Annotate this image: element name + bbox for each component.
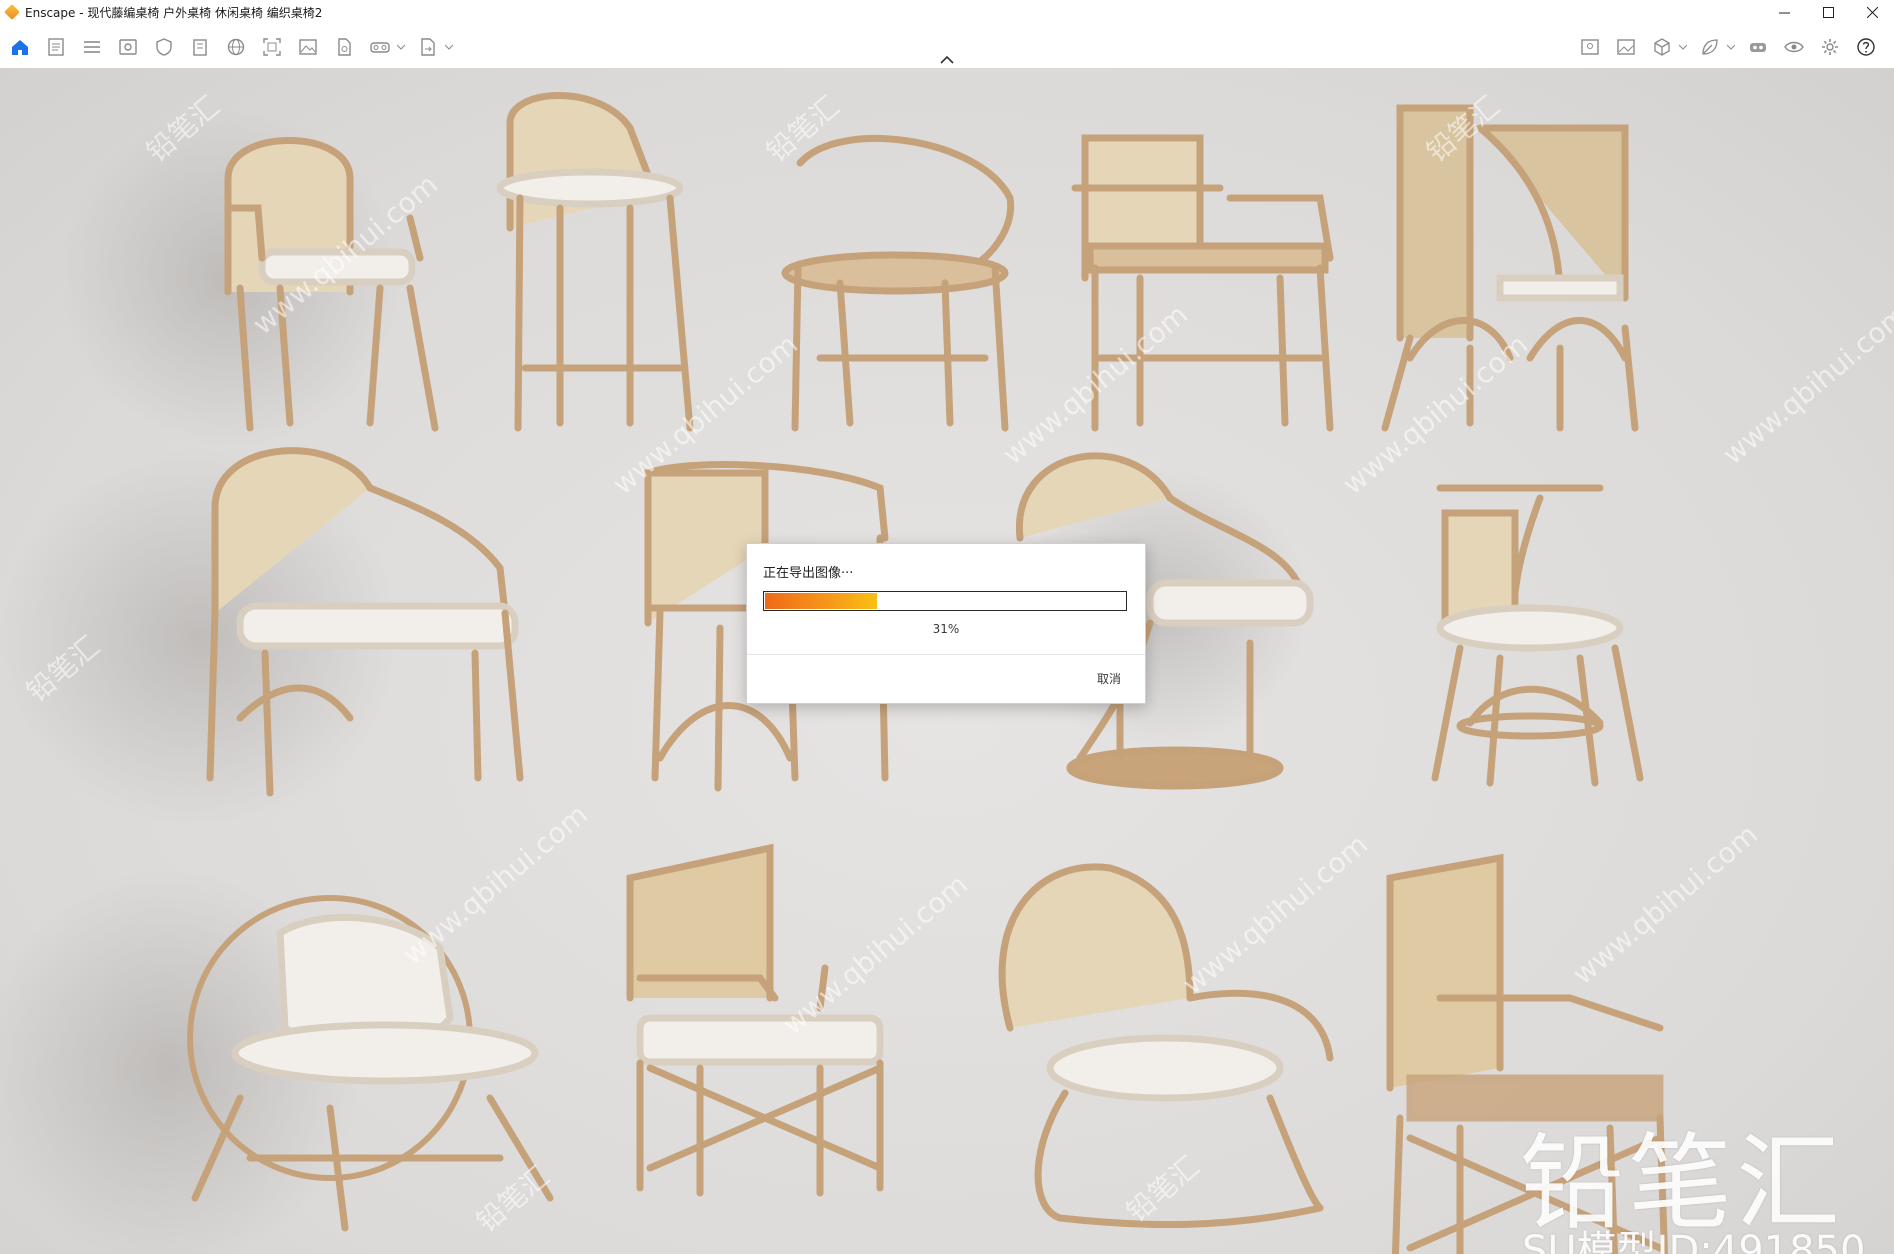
chevron-down-icon [445,44,453,50]
chair-image [1381,104,1639,432]
minimize-icon [1778,12,1790,13]
home-icon [12,40,28,55]
cube-icon [1654,38,1670,56]
window-controls [1762,0,1894,24]
vr-button[interactable] [1742,34,1774,60]
view-icon [119,39,137,55]
dialog-title: 正在导出图像··· [763,566,854,581]
export-icon [421,38,435,56]
globe-icon [227,38,245,56]
list-icon [84,41,100,53]
toolbar [0,24,1894,69]
chevron-down-icon [1679,44,1687,50]
document-icon [48,38,64,56]
shield-icon [156,38,172,56]
progress-bar [763,591,1127,611]
file-icon [338,38,351,56]
vr-icon [1750,43,1766,52]
vr-headset-icon [370,42,390,53]
map-icon [1581,39,1599,55]
building-button[interactable] [184,34,216,60]
chair-image [626,843,884,1197]
settings-button[interactable] [1814,34,1846,60]
eye-icon [1784,41,1804,53]
title-bar: Enscape - 现代藤编桌椅 户外桌椅 休闲桌椅 编织桌椅2 [0,0,1894,24]
cube-dropdown-toggle[interactable] [1678,34,1688,60]
toolbar-left-group [4,34,460,60]
cube-button[interactable] [1646,34,1678,60]
home-button[interactable] [4,34,36,60]
chair-image [781,135,1015,432]
shield-button[interactable] [148,34,180,60]
help-icon [1857,38,1875,56]
minimize-button[interactable] [1762,0,1806,24]
image-button[interactable] [292,34,324,60]
list-button[interactable] [76,34,108,60]
chair-image [60,108,439,448]
progress-bar-fill [765,593,877,609]
file-button[interactable] [328,34,360,60]
export-button[interactable] [412,34,444,60]
leaf-dropdown-toggle[interactable] [1726,34,1736,60]
enscape-logo-icon [4,4,20,20]
toolbar-right-group [1574,34,1886,60]
gear-icon [1822,39,1838,55]
building-icon [193,39,207,56]
export-progress-dialog: 正在导出图像··· 31% 取消 [746,543,1146,704]
chair-image [1431,484,1644,787]
leaf-button[interactable] [1694,34,1726,60]
close-button[interactable] [1850,0,1894,24]
vr-dropdown-toggle[interactable] [396,34,406,60]
cancel-button[interactable]: 取消 [1097,670,1121,687]
leaf-icon [1702,39,1718,55]
vr-headset-button[interactable] [364,34,396,60]
chair-image [496,92,694,432]
map-button[interactable] [1574,34,1606,60]
eye-button[interactable] [1778,34,1810,60]
close-icon [1866,6,1878,18]
capture-button[interactable] [256,34,288,60]
model-id-watermark: SU模型ID:491850 [1522,1228,1866,1254]
image-icon [299,39,317,55]
view-button[interactable] [112,34,144,60]
gallery-icon [1617,39,1635,55]
gallery-button[interactable] [1610,34,1642,60]
window-title: Enscape - 现代藤编桌椅 户外桌椅 休闲桌椅 编织桌椅2 [25,5,323,20]
collapse-toolbar-chevron-icon[interactable] [939,55,955,65]
dialog-divider [747,654,1145,655]
chevron-down-icon [1727,44,1735,50]
help-button[interactable] [1850,34,1882,60]
globe-button[interactable] [220,34,252,60]
maximize-icon [1822,6,1834,18]
progress-percentage: 31% [932,622,960,636]
capture-icon [263,38,281,56]
document-button[interactable] [40,34,72,60]
chevron-down-icon [397,44,405,50]
export-dropdown-toggle[interactable] [444,34,454,60]
maximize-button[interactable] [1806,0,1850,24]
